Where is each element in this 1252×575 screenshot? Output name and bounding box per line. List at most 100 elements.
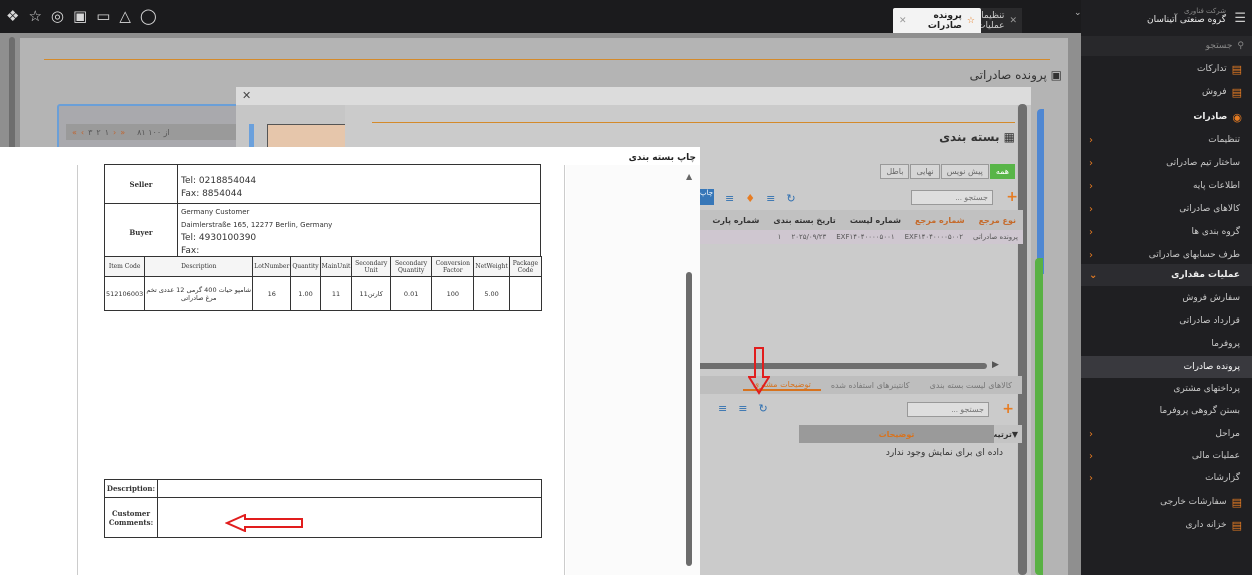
refresh-icon[interactable]: ↻ bbox=[786, 192, 795, 205]
folder-icon[interactable]: ▭ bbox=[96, 7, 110, 25]
horizontal-scrollbar[interactable] bbox=[690, 363, 987, 369]
column-header[interactable]: توضیحات bbox=[799, 425, 994, 443]
sidebar-item-procurement[interactable]: ▤ تدارکات bbox=[1081, 58, 1252, 80]
print-scrollbar[interactable] bbox=[686, 272, 692, 566]
sidebar-item-sales[interactable]: ▤ فروش bbox=[1081, 81, 1252, 103]
items-table: Item Code Description LotNumber Quantity… bbox=[103, 256, 543, 311]
sidebar-item-quantity-ops[interactable]: عملیات مقداری ⌄ bbox=[1081, 264, 1252, 286]
list-icon[interactable]: ≡ bbox=[766, 192, 775, 205]
page-number[interactable]: ۱ bbox=[105, 128, 109, 137]
status-filters: همه پیش نویس نهایی باطل bbox=[880, 164, 1015, 179]
detail-search-input[interactable] bbox=[907, 402, 989, 417]
sidebar-item-stages[interactable]: مراحل ‹ bbox=[1081, 423, 1252, 445]
page-number[interactable]: ۳ bbox=[88, 128, 92, 137]
brand-subtitle: شرکت فناوری bbox=[1184, 7, 1226, 15]
list-icon[interactable]: ≡ bbox=[738, 402, 747, 415]
chevron-left-icon: ‹ bbox=[1089, 472, 1093, 484]
globe-icon: ◉ bbox=[1232, 110, 1242, 124]
modal-scrollbar[interactable] bbox=[1018, 104, 1027, 575]
tag-icon[interactable]: ♦ bbox=[745, 192, 755, 205]
brand: شرکت فناوری گروه صنعتی آتیناسان bbox=[1147, 7, 1226, 25]
column-header[interactable]: شماره پارت bbox=[705, 216, 766, 225]
page-title: ▣ پرونده صادراتی bbox=[969, 68, 1062, 82]
sidebar-item-base-info[interactable]: اطلاعات پایه ‹ bbox=[1081, 175, 1252, 197]
sidebar-item-groupings[interactable]: گروه بندی ها ‹ bbox=[1081, 221, 1252, 243]
logo-icon[interactable]: ❖ bbox=[6, 7, 19, 25]
column-header: Secondary Quantity bbox=[389, 256, 433, 277]
add-icon[interactable]: + bbox=[1006, 189, 1018, 205]
chevron-left-icon: ‹ bbox=[1089, 249, 1093, 261]
table-cell: ۲۰۲۵/۰۹/۲۳ bbox=[791, 233, 827, 241]
sidebar-item-export[interactable]: ◉ صادرات bbox=[1081, 106, 1252, 128]
column-header[interactable]: شماره لیست bbox=[843, 216, 908, 225]
sidebar-item-settings[interactable]: تنظیمات ‹ bbox=[1081, 129, 1252, 151]
tab-containers[interactable]: کانتینرهای استفاده شده bbox=[821, 381, 920, 390]
filter-void[interactable]: باطل bbox=[880, 164, 910, 179]
sidebar-item-accounts[interactable]: طرف حسابهای صادراتی ‹ bbox=[1081, 244, 1252, 266]
close-icon[interactable]: ✕ bbox=[242, 89, 251, 102]
first-page-icon[interactable]: « bbox=[72, 128, 77, 137]
sidebar-item-sales-order[interactable]: سفارش فروش bbox=[1081, 287, 1252, 309]
detail-grid-header: ▼ ترتیب توضیحات bbox=[700, 425, 1022, 443]
scroll-up-icon[interactable]: ▲ bbox=[686, 172, 692, 181]
table-cell: شامپو حیات 400 گرمی 12 عددی تخم مرغ صادر… bbox=[144, 276, 254, 311]
image-icon[interactable]: ▣ bbox=[73, 7, 87, 25]
column-header[interactable]: ▼ ترتیب bbox=[989, 425, 1022, 443]
table-cell: 512106003 bbox=[103, 276, 146, 311]
column-header[interactable]: نوع مرجع bbox=[972, 216, 1023, 225]
filter-all[interactable]: همه bbox=[989, 164, 1015, 179]
sidebar: ☰ شرکت فناوری گروه صنعتی آتیناسان ⚲ جستج… bbox=[1081, 0, 1252, 575]
last-page-icon[interactable]: » bbox=[120, 128, 125, 137]
close-tab-icon[interactable]: ✕ bbox=[899, 16, 907, 26]
sidebar-item-export-file[interactable]: پرونده صادرات bbox=[1081, 356, 1252, 378]
filter-icon[interactable]: ≡ bbox=[725, 192, 734, 205]
favorite-star-icon[interactable]: ☆ bbox=[967, 16, 975, 26]
cart-icon: ▤ bbox=[1231, 62, 1242, 76]
buyer-tel: Tel: 4930100390 bbox=[181, 233, 257, 243]
top-icons: ❖ ☆ ◎ ▣ ▭ △ ◯ bbox=[6, 7, 157, 25]
user-icon[interactable]: ◯ bbox=[140, 7, 157, 25]
sidebar-item-team-structure[interactable]: ساختار تیم صادراتی ‹ bbox=[1081, 152, 1252, 174]
refresh-icon[interactable]: ↻ bbox=[758, 402, 767, 415]
sidebar-item-reports[interactable]: گزارشات ‹ bbox=[1081, 467, 1252, 489]
chevron-left-icon: ‹ bbox=[1089, 428, 1093, 440]
table-cell: EXF۱۴۰۴۰۰۰۰۵۰۰۲ bbox=[904, 233, 963, 241]
prev-page-icon[interactable]: ‹ bbox=[81, 128, 84, 137]
column-header[interactable]: شماره مرجع bbox=[908, 216, 972, 225]
sidebar-item-export-goods[interactable]: کالاهای صادراتی ‹ bbox=[1081, 198, 1252, 220]
sidebar-item-export-contract[interactable]: قرارداد صادراتی bbox=[1081, 310, 1252, 332]
tab-packing-items[interactable]: کالاهای لیست بسته بندی bbox=[920, 381, 1022, 390]
next-page-icon[interactable]: › bbox=[113, 128, 116, 137]
hamburger-icon[interactable]: ☰ bbox=[1234, 11, 1246, 26]
column-header[interactable]: تاریخ بسته بندی bbox=[766, 216, 842, 225]
filter-draft[interactable]: پیش نویس bbox=[940, 164, 989, 179]
sidebar-item-bulk-close[interactable]: بستن گروهی پروفرما bbox=[1081, 400, 1252, 422]
filter-funnel-icon[interactable]: ▼ bbox=[1012, 430, 1018, 439]
chevron-down-icon: ⌄ bbox=[1089, 269, 1098, 281]
filter-icon[interactable]: ≡ bbox=[718, 402, 727, 415]
column-header: NetWeight bbox=[473, 256, 510, 277]
comments-table: Description: Customer Comments: bbox=[104, 479, 542, 538]
palette-icon[interactable]: ◎ bbox=[51, 7, 64, 25]
add-icon[interactable]: + bbox=[1002, 401, 1014, 417]
bell-icon[interactable]: △ bbox=[119, 7, 131, 25]
red-arrow-down-icon bbox=[748, 347, 770, 395]
scroll-right-icon[interactable]: ▶ bbox=[992, 360, 999, 370]
party-table: Seller Tel: 0218854044 Fax: 8854044 Buye… bbox=[104, 164, 541, 261]
close-tab-icon[interactable]: ✕ bbox=[1009, 16, 1017, 26]
tab-export-file[interactable]: ☆ پرونده صادرات ✕ bbox=[893, 8, 981, 33]
sidebar-search[interactable]: ⚲ جستجو bbox=[1081, 36, 1252, 56]
chevron-left-icon: ‹ bbox=[1089, 203, 1093, 215]
sidebar-item-customer-payments[interactable]: پرداختهای مشتری bbox=[1081, 378, 1252, 400]
sidebar-item-proforma[interactable]: پروفرما bbox=[1081, 333, 1252, 355]
table-row[interactable]: پرونده صادراتی EXF۱۴۰۴۰۰۰۰۵۰۰۲ EXF۱۴۰۴۰۰… bbox=[700, 230, 1023, 244]
packing-search-input[interactable] bbox=[911, 190, 993, 205]
sidebar-item-treasury[interactable]: ▤ خزانه داری bbox=[1081, 514, 1252, 536]
filter-final[interactable]: نهایی bbox=[910, 164, 940, 179]
column-header: Quantity bbox=[290, 256, 321, 277]
sidebar-item-foreign-orders[interactable]: ▤ سفارشات خارجی bbox=[1081, 491, 1252, 513]
sidebar-item-financial-ops[interactable]: عملیات مالی ‹ bbox=[1081, 445, 1252, 467]
table-cell: کارتن11 bbox=[351, 276, 391, 311]
page-number[interactable]: ۲ bbox=[96, 128, 100, 137]
star-icon[interactable]: ☆ bbox=[28, 7, 41, 25]
